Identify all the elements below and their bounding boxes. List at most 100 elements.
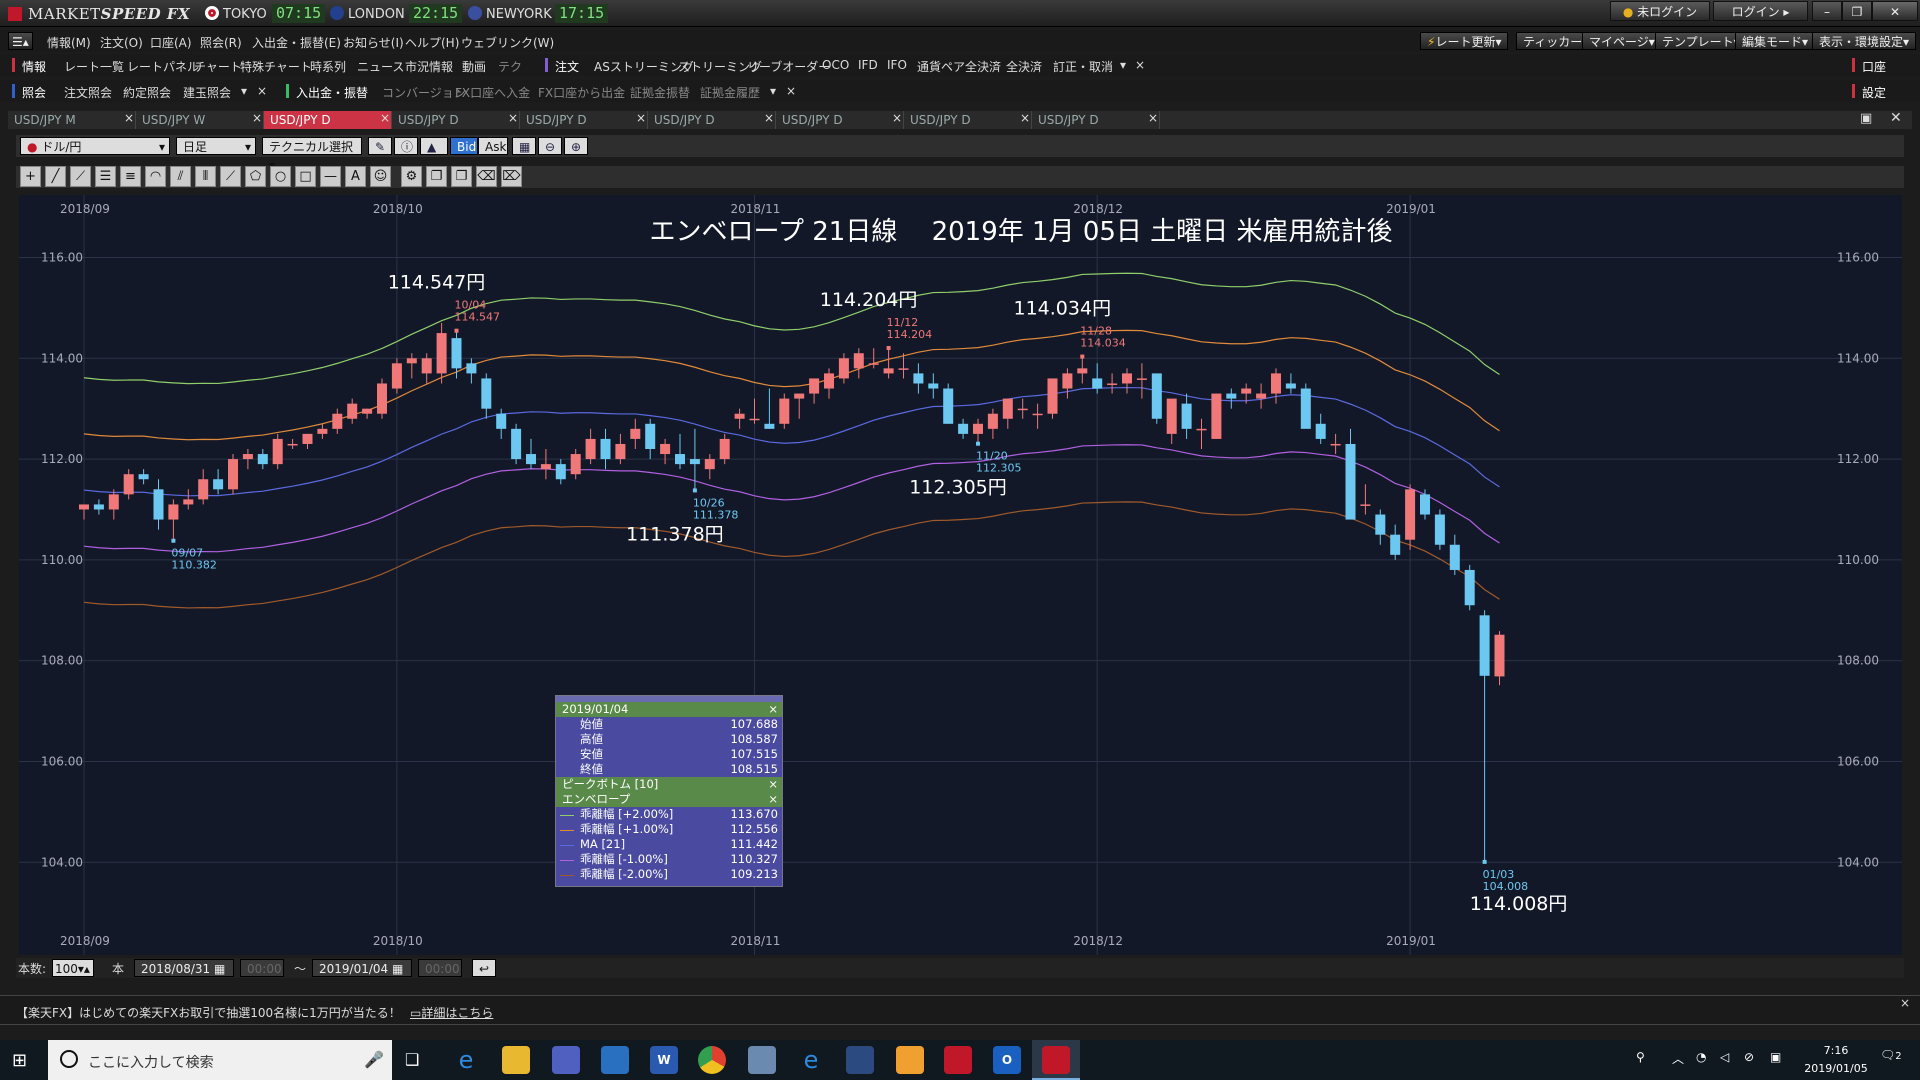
login-button[interactable]: ログイン ▸ bbox=[1713, 1, 1808, 21]
chart-tab[interactable]: USD/JPY M bbox=[8, 111, 136, 129]
task-view-icon[interactable]: ❑ bbox=[405, 1050, 419, 1069]
tab-close-icon[interactable]: × bbox=[380, 111, 390, 125]
file-explorer-icon[interactable] bbox=[502, 1046, 530, 1074]
to-time-input[interactable]: 00:00 bbox=[418, 959, 462, 977]
toolbar-news[interactable]: ニュース bbox=[357, 58, 404, 75]
word-icon[interactable]: W bbox=[650, 1046, 678, 1074]
window-app-icon[interactable] bbox=[601, 1046, 629, 1074]
period-select[interactable]: 日足 ▾ bbox=[176, 137, 256, 155]
icon-tool-icon[interactable]: ☺ bbox=[370, 166, 391, 187]
copy-icon[interactable]: ❐ bbox=[426, 166, 447, 187]
toolbar-account[interactable]: 口座 bbox=[1862, 58, 1886, 75]
eraser-all-icon[interactable]: ⌦ bbox=[501, 166, 522, 187]
tab-close-icon[interactable]: × bbox=[892, 111, 902, 125]
menu-order[interactable]: 注文(O) bbox=[100, 34, 143, 51]
tray-up-icon[interactable]: ︿ bbox=[1672, 1050, 1684, 1067]
chart-view-icon[interactable]: ▦ bbox=[512, 137, 536, 155]
toolbar-market[interactable]: 市況情報 bbox=[405, 58, 453, 75]
technical-select[interactable]: テクニカル選択▾ bbox=[262, 137, 362, 172]
chart-tab[interactable]: USD/JPY D bbox=[776, 111, 904, 129]
menu-news[interactable]: お知らせ(I) bbox=[343, 34, 404, 51]
chart-type-icon[interactable]: ▲ bbox=[420, 137, 448, 155]
toolbar-chart[interactable]: チャート bbox=[194, 58, 242, 75]
toolbar-all-settle[interactable]: 全決済 bbox=[1006, 58, 1042, 75]
toolbar-fx-deposit[interactable]: FX口座へ入金 bbox=[455, 84, 530, 101]
chart-tab[interactable]: USD/JPY D bbox=[520, 111, 648, 129]
volume-icon[interactable]: ◁ bbox=[1720, 1050, 1729, 1064]
toolbar-margin-transfer[interactable]: 証拠金振替 bbox=[630, 84, 690, 101]
restore-window-icon[interactable]: ▣ bbox=[1860, 111, 1872, 126]
toolbar-pair-settle[interactable]: 通貨ペア全決済 bbox=[917, 58, 1001, 75]
to-date-input[interactable]: 2019/01/04 ▦ bbox=[312, 959, 412, 977]
toolbar-rate-list[interactable]: レート一覧 bbox=[64, 58, 124, 75]
chart-tab[interactable]: USD/JPY D bbox=[904, 111, 1032, 129]
toolbar-order[interactable]: 注文 bbox=[555, 58, 579, 75]
fib-arc-icon[interactable]: ◠ bbox=[145, 166, 166, 187]
toolbar-deposit[interactable]: 入出金・振替 bbox=[296, 84, 368, 101]
marketspeed-icon[interactable] bbox=[944, 1046, 972, 1074]
paste-icon[interactable]: ❐ bbox=[451, 166, 472, 187]
toolbar-exec-inquiry[interactable]: 約定照会 bbox=[123, 84, 171, 101]
edge-icon[interactable]: e bbox=[797, 1046, 825, 1074]
menu-help[interactable]: ヘルプ(H) bbox=[405, 34, 459, 51]
chart-tab[interactable]: USD/JPY W bbox=[136, 111, 264, 129]
hline-icon[interactable]: ☰ bbox=[95, 166, 116, 187]
ask-button[interactable]: Ask bbox=[478, 137, 508, 155]
toolbar-amend-cancel[interactable]: 訂正・取消 bbox=[1053, 58, 1113, 75]
ohlc-data-panel[interactable]: 2019/01/04 × 始値 107.688 高値 108.587 安値 107.515 終… bbox=[555, 695, 783, 887]
toolbar-info[interactable]: 情報 bbox=[22, 58, 46, 75]
pitchfork-icon[interactable]: ⫽ bbox=[170, 166, 191, 187]
toolbar-conversion[interactable]: コンバージョン bbox=[382, 84, 466, 101]
gann-fan-icon[interactable]: ⟋ bbox=[220, 166, 241, 187]
refresh-icon[interactable]: ↩ bbox=[472, 959, 496, 977]
toolbar-close-icon[interactable]: × bbox=[1135, 58, 1145, 72]
toolbar-position-inquiry[interactable]: 建玉照会 bbox=[183, 84, 231, 101]
toolbar-special-chart[interactable]: 特殊チャート bbox=[240, 58, 312, 75]
pen-icon[interactable]: ✎ bbox=[368, 137, 392, 155]
zoom-out-icon[interactable]: ⊖ bbox=[538, 137, 562, 155]
app-icon[interactable] bbox=[846, 1046, 874, 1074]
outlook-icon[interactable]: O bbox=[993, 1046, 1021, 1074]
toolbar-fx-withdraw[interactable]: FX口座から出金 bbox=[538, 84, 625, 101]
toolbar-leave-order[interactable]: リーブオーダー bbox=[747, 58, 830, 75]
chart-tab[interactable]: USD/JPY D bbox=[392, 111, 520, 129]
search-box[interactable]: ここに入力して検索 🎤 bbox=[48, 1040, 392, 1080]
zoom-in-icon[interactable]: ⊕ bbox=[564, 137, 588, 155]
toolbar-close-icon[interactable]: × bbox=[257, 84, 267, 98]
tab-close-icon[interactable]: × bbox=[1148, 111, 1158, 125]
toolbar-settings[interactable]: 設定 bbox=[1862, 84, 1886, 101]
polygon-icon[interactable]: ⬠ bbox=[245, 166, 266, 187]
close-ad-icon[interactable]: × bbox=[1900, 996, 1910, 1010]
text-icon[interactable]: A bbox=[345, 166, 366, 187]
notification-icon[interactable]: 🗨2 bbox=[1880, 1048, 1902, 1062]
crosshair-icon[interactable]: + bbox=[20, 166, 41, 187]
template-button[interactable]: テンプレート▾ bbox=[1655, 32, 1747, 50]
count-select[interactable]: 100▾▴ bbox=[52, 959, 94, 977]
candlestick-chart[interactable]: 116.00 116.00 114.00 114.00 112.00 112.00 110.… bbox=[19, 195, 1902, 955]
rectangle-icon[interactable]: □ bbox=[295, 166, 316, 187]
menu-inquiry[interactable]: 照会(R) bbox=[200, 34, 242, 51]
chrome-icon[interactable] bbox=[698, 1046, 726, 1074]
toolbar-inquiry-label[interactable]: 照会 bbox=[22, 84, 46, 101]
toolbar-more-icon[interactable]: ▾ bbox=[1120, 58, 1126, 72]
circle-icon[interactable]: ○ bbox=[270, 166, 291, 187]
toolbar-video[interactable]: 動画 bbox=[462, 58, 486, 75]
chart-tab[interactable]: USD/JPY D bbox=[1032, 111, 1160, 129]
close-window-button[interactable]: ✕ bbox=[1872, 1, 1918, 21]
toolbar-tech[interactable]: テク bbox=[498, 58, 522, 75]
microphone-icon[interactable]: 🎤 bbox=[364, 1050, 384, 1069]
tab-close-icon[interactable]: × bbox=[1020, 111, 1030, 125]
toolbar-ifo[interactable]: IFO bbox=[887, 58, 907, 72]
windows-start-icon[interactable]: ⊞ bbox=[12, 1050, 27, 1071]
close-icon[interactable]: × bbox=[768, 777, 778, 792]
network-icon[interactable]: ◔ bbox=[1696, 1050, 1706, 1064]
settings-icon[interactable]: ⚙ bbox=[401, 166, 422, 187]
tab-close-icon[interactable]: × bbox=[252, 111, 262, 125]
toolbar-order-inquiry[interactable]: 注文照会 bbox=[64, 84, 112, 101]
minimize-button[interactable]: – bbox=[1812, 1, 1842, 21]
toolbar-more-icon[interactable]: ▾ bbox=[241, 84, 247, 98]
app-icon[interactable] bbox=[896, 1046, 924, 1074]
people-icon[interactable]: ⚲ bbox=[1636, 1050, 1645, 1064]
line-icon[interactable]: ╱ bbox=[45, 166, 66, 187]
chart-tab[interactable]: USD/JPY D bbox=[264, 111, 392, 129]
